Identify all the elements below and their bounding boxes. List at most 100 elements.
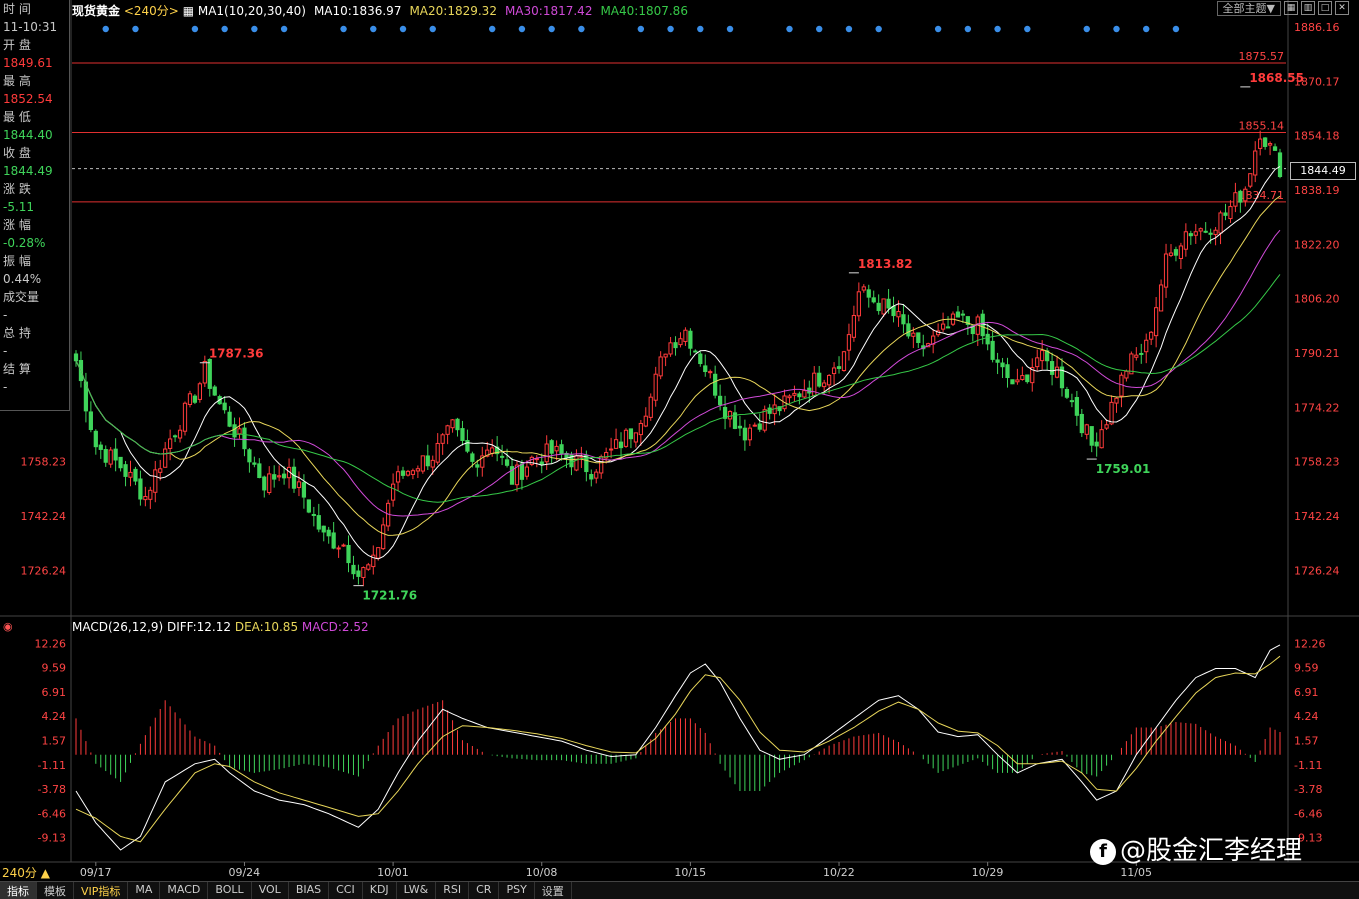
toolbar-tab[interactable]: MA: [128, 882, 161, 899]
price-chart[interactable]: 1886.161870.171854.181838.191822.201806.…: [0, 0, 1359, 881]
event-dot: [251, 25, 258, 33]
macd-tick-label: -3.78: [1294, 783, 1322, 796]
candle-body: [138, 478, 143, 500]
macd-diff-value: DIFF:12.12: [166, 620, 232, 634]
theme-dropdown[interactable]: 全部主题▼: [1216, 1, 1281, 16]
candle-body: [257, 463, 262, 479]
close-icon[interactable]: ✕: [1335, 1, 1349, 15]
candle-body: [866, 289, 871, 298]
info-value: -0.28%: [3, 236, 46, 250]
toolbar-tab[interactable]: VIP指标: [74, 882, 129, 899]
candle-body: [212, 386, 217, 396]
info-value: -: [3, 344, 8, 358]
toolbar-tab[interactable]: CR: [469, 882, 500, 899]
candle-body: [400, 470, 406, 476]
candle-body: [1223, 212, 1228, 216]
candle-body: [202, 360, 207, 384]
time-tick-label: 10/22: [823, 866, 855, 879]
candle-body: [871, 297, 876, 303]
candle-body: [93, 430, 98, 448]
candle-body: [306, 499, 311, 513]
event-dot: [934, 25, 942, 33]
candle-body: [1099, 429, 1104, 449]
toolbar-tab[interactable]: KDJ: [363, 882, 397, 899]
candle-body: [643, 415, 648, 427]
candle-body: [425, 455, 430, 467]
macd-tick-label: 9.59: [1294, 662, 1319, 675]
candle-body: [544, 443, 549, 463]
candle-body: [742, 427, 748, 441]
panel-icon[interactable]: ▥: [1301, 1, 1315, 15]
candle-body: [886, 298, 891, 309]
candle-body: [187, 393, 193, 405]
candle-body: [752, 424, 757, 427]
candle-body: [460, 428, 465, 441]
candle-body: [430, 459, 435, 468]
toolbar-tab[interactable]: VOL: [252, 882, 289, 899]
candle-body: [1040, 350, 1045, 362]
grid-icon[interactable]: ▦: [1284, 1, 1298, 15]
candle-body: [1005, 364, 1010, 379]
candle-body: [594, 471, 599, 479]
candle-body: [346, 544, 351, 564]
price-tick-label: 1886.16: [1294, 21, 1340, 34]
symbol-name: 现货黄金: [72, 4, 121, 18]
candle-body: [703, 365, 708, 373]
candle-body: [1178, 245, 1184, 260]
candle-body: [113, 448, 118, 461]
ma20-line: [75, 195, 1281, 536]
candle-body: [985, 333, 990, 345]
info-value: 0.44%: [3, 272, 42, 286]
candle-body: [797, 393, 802, 398]
ma-settings-icon[interactable]: ▦: [183, 4, 194, 18]
period-selector[interactable]: 240分 ▲: [2, 864, 50, 881]
macd-tick-label-left: -6.46: [38, 807, 66, 820]
candle-body: [1064, 388, 1070, 398]
candle-body: [1084, 424, 1089, 435]
event-dot: [429, 25, 436, 33]
toolbar-tab[interactable]: RSI: [436, 882, 470, 899]
candle-body: [1218, 212, 1223, 234]
toolbar-tab[interactable]: PSY: [499, 882, 535, 899]
candle-body: [128, 471, 133, 478]
macd-tick-label-left: -9.13: [38, 832, 66, 845]
price-tick-label: 1726.24: [1294, 564, 1340, 577]
maximize-icon[interactable]: □: [1318, 1, 1332, 15]
info-value: 1844.49: [3, 164, 53, 178]
time-tick-label: 11/05: [1120, 866, 1152, 879]
macd-settings-icon[interactable]: ◉: [3, 620, 13, 633]
candle-body: [940, 323, 946, 330]
candle-body: [529, 456, 534, 466]
toolbar-tab[interactable]: BOLL: [208, 882, 252, 899]
candle-body: [267, 473, 272, 494]
event-dot: [697, 25, 704, 33]
candle-body: [559, 444, 564, 455]
candle-body: [698, 353, 703, 365]
toolbar-tab[interactable]: CCI: [329, 882, 363, 899]
candle-body: [896, 311, 901, 318]
macd-tick-label-left: -1.11: [38, 759, 66, 772]
candle-body: [1054, 366, 1060, 378]
event-dot: [370, 25, 377, 33]
reference-line-label: 1875.57: [1239, 50, 1285, 63]
candle-body: [960, 313, 966, 316]
macd-diff-line: [75, 644, 1281, 851]
price-tick-label: 1822.20: [1294, 238, 1340, 251]
toolbar-tab[interactable]: LW&: [397, 882, 437, 899]
candle-body: [1114, 397, 1119, 404]
toolbar-tab[interactable]: BIAS: [289, 882, 330, 899]
period-label[interactable]: <240分>: [124, 4, 179, 18]
candle-body: [1198, 228, 1203, 232]
candle-body: [628, 428, 634, 440]
candle-body: [316, 515, 321, 530]
candle-body: [802, 390, 807, 398]
candle-body: [945, 326, 951, 329]
toolbar-tab[interactable]: 模板: [37, 882, 74, 899]
toolbar-tab[interactable]: MACD: [160, 882, 209, 899]
candle-body: [1267, 143, 1273, 146]
toolbar-tab[interactable]: 指标: [0, 882, 37, 899]
candle-body: [73, 353, 79, 362]
toolbar-tab[interactable]: 设置: [535, 882, 572, 899]
candle-body: [237, 428, 242, 435]
candle-body: [792, 392, 797, 396]
